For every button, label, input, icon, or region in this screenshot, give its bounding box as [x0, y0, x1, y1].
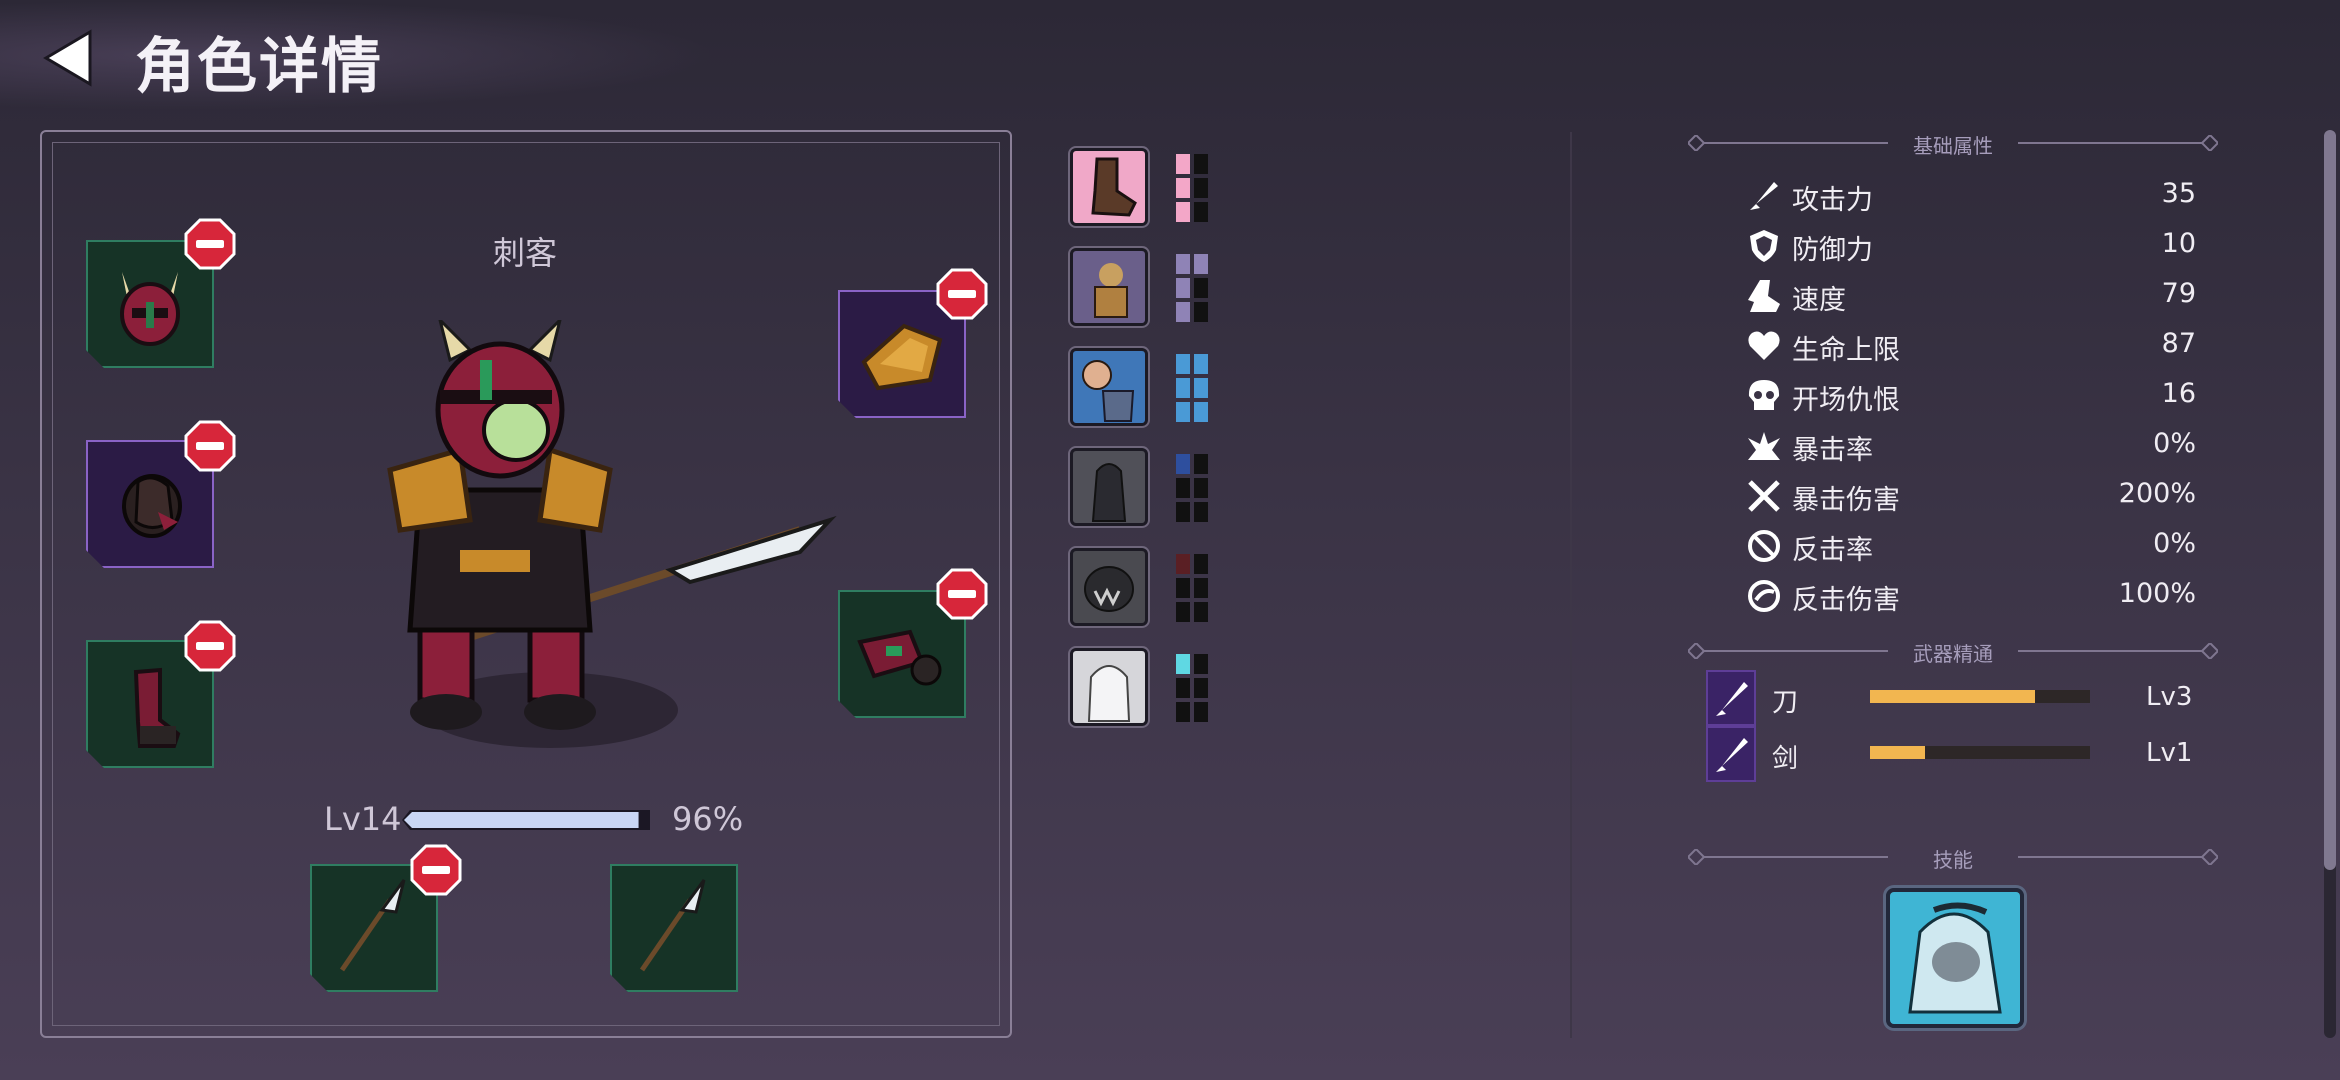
buff-shadow-figure[interactable] — [1070, 448, 1148, 526]
stat-value: 100% — [2118, 578, 2196, 609]
weapon-mastery-row: 剑 Lv1 — [1706, 726, 2196, 784]
xp-bar-fill — [404, 812, 639, 828]
heart-icon — [1748, 331, 1780, 360]
remove-helmet-button[interactable] — [184, 218, 236, 270]
fanged-beast-icon — [1084, 566, 1134, 612]
weapon-level: Lv3 — [2146, 682, 2193, 712]
stat-value: 87 — [2161, 328, 2196, 359]
skills-section-title: 技能 — [1933, 848, 1973, 872]
buff-ghost-pips — [1176, 654, 1208, 722]
weapon-mastery-row: 刀 Lv3 — [1706, 670, 2196, 728]
stat-row-defense: 防御力 10 — [1746, 222, 2196, 272]
class-name: 刺客 — [492, 234, 557, 272]
remove-weapon-button[interactable] — [410, 844, 462, 896]
stat-label: 反击伤害 — [1792, 585, 1900, 616]
stat-value: 200% — [2118, 478, 2196, 509]
panel-divider — [1570, 132, 1572, 1038]
remove-icon — [184, 420, 236, 472]
scrollbar-thumb[interactable] — [2324, 130, 2336, 870]
stat-row-crit-damage: 暴击伤害 200% — [1746, 472, 2196, 522]
stat-value: 0% — [2153, 528, 2196, 559]
buff-kick-pips — [1176, 154, 1208, 222]
stat-label: 生命上限 — [1792, 335, 1900, 366]
skull-icon — [1748, 380, 1780, 410]
remove-gloves-button[interactable] — [936, 568, 988, 620]
weapon-mastery-section-header: 武器精通 — [1688, 636, 2218, 666]
remove-icon — [184, 620, 236, 672]
blade-icon — [1706, 670, 1756, 726]
remove-boots-button[interactable] — [184, 620, 236, 672]
weapon-progress-bar — [1870, 746, 2090, 759]
weapon-level: Lv1 — [2146, 738, 2193, 768]
buff-brute-pips — [1176, 254, 1208, 322]
shield-icon — [1750, 230, 1778, 262]
stat-label: 防御力 — [1792, 235, 1873, 266]
attributes-section-title: 基础属性 — [1913, 134, 1993, 158]
attributes-section-header: 基础属性 — [1688, 128, 2218, 158]
back-arrow-icon — [43, 29, 92, 87]
crit-burst-icon — [1748, 432, 1780, 460]
brute-icon — [1094, 263, 1128, 318]
buff-shadow-pips — [1176, 454, 1208, 522]
buff-beast-pips — [1176, 554, 1208, 622]
stat-label: 反击率 — [1792, 535, 1873, 566]
shadow-figure-icon — [1091, 463, 1127, 522]
weapon-progress-fill — [1870, 690, 2035, 703]
stat-row-attack: 攻击力 35 — [1746, 172, 2196, 222]
remove-armor-button[interactable] — [184, 420, 236, 472]
weapon-progress-bar — [1870, 690, 2090, 703]
buff-fanged-beast[interactable] — [1070, 548, 1148, 626]
stat-value: 35 — [2161, 178, 2196, 209]
stat-row-max-hp: 生命上限 87 — [1746, 322, 2196, 372]
stat-value: 79 — [2161, 278, 2196, 309]
stat-row-counter-rate: 反击率 0% — [1746, 522, 2196, 572]
remove-shoulder-button[interactable] — [936, 268, 988, 320]
stat-label: 暴击伤害 — [1792, 485, 1900, 516]
stat-row-speed: 速度 79 — [1746, 272, 2196, 322]
buff-kick[interactable] — [1070, 148, 1148, 226]
stat-value: 10 — [2161, 228, 2196, 259]
crossed-swords-icon — [1748, 480, 1780, 512]
buff-ghost[interactable] — [1070, 648, 1148, 726]
stat-row-crit-rate: 暴击率 0% — [1746, 422, 2196, 472]
stat-value: 0% — [2153, 428, 2196, 459]
remove-icon — [410, 844, 462, 896]
weapon-progress-fill — [1870, 746, 1925, 759]
stat-row-counter-damage: 反击伤害 100% — [1746, 572, 2196, 622]
hooded-rogue-skill-icon — [1890, 892, 2020, 1024]
boot-speed-icon — [1748, 280, 1780, 312]
stat-row-threat: 开场仇恨 16 — [1746, 372, 2196, 422]
stat-value: 16 — [2161, 378, 2196, 409]
skill-slot[interactable] — [1886, 888, 2024, 1028]
remove-icon — [936, 568, 988, 620]
remove-icon — [184, 218, 236, 270]
remove-icon — [936, 268, 988, 320]
assassin-character-sprite — [387, 320, 837, 748]
equip-slot-weapon-off[interactable] — [610, 864, 738, 992]
ghost-icon — [1087, 665, 1131, 722]
xp-percent: 96% — [672, 800, 744, 838]
weapon-name: 剑 — [1772, 744, 1799, 774]
sword-icon — [1750, 182, 1778, 210]
skills-section-header: 技能 — [1688, 842, 2218, 872]
counter-icon — [1748, 530, 1780, 562]
weapon-name: 刀 — [1772, 688, 1799, 718]
stat-label: 暴击率 — [1792, 435, 1873, 466]
buff-brute[interactable] — [1070, 248, 1148, 326]
kick-icon — [1091, 157, 1137, 217]
level-label: Lv14 — [324, 800, 402, 838]
stat-label: 攻击力 — [1792, 185, 1873, 216]
counter-damage-icon — [1748, 580, 1780, 612]
sword-icon — [1706, 726, 1756, 782]
stat-label: 速度 — [1792, 285, 1846, 316]
back-button[interactable] — [40, 26, 100, 90]
punch-icon — [1082, 360, 1135, 422]
weapon-mastery-title: 武器精通 — [1913, 642, 1993, 666]
page-title: 角色详情 — [135, 32, 383, 102]
buff-punch-pips — [1176, 354, 1208, 422]
glaive-icon — [639, 879, 706, 972]
buff-punch[interactable] — [1070, 348, 1148, 426]
stat-label: 开场仇恨 — [1792, 385, 1900, 416]
xp-bar — [402, 810, 650, 830]
